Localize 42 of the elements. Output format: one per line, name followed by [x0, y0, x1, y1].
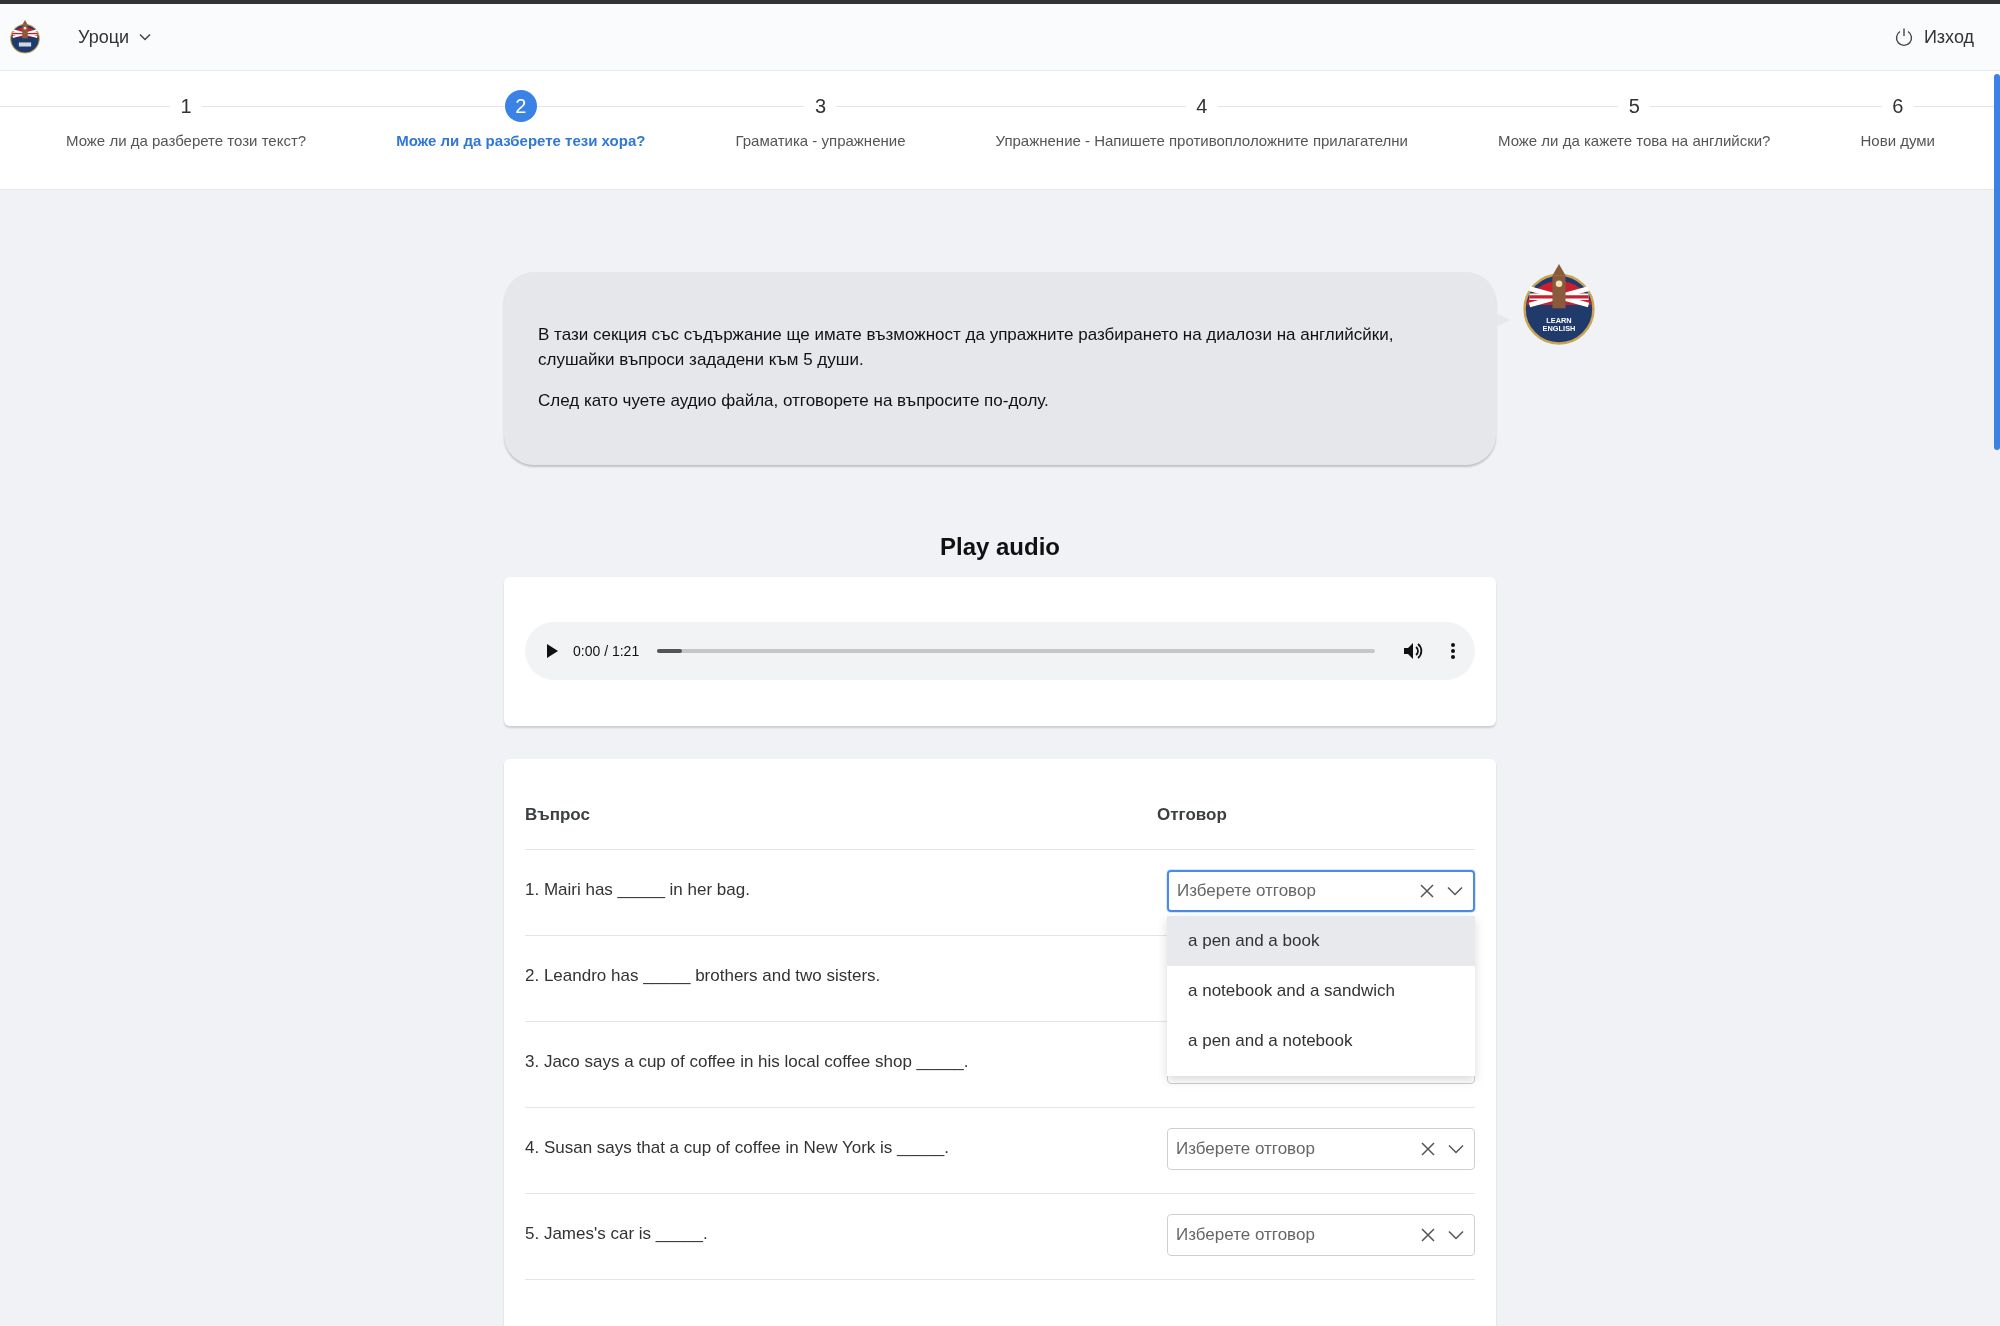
- clear-icon[interactable]: [1419, 883, 1435, 899]
- audio-time: 0:00 / 1:21: [573, 643, 640, 659]
- audio-title: Play audio: [938, 533, 1061, 561]
- intro-paragraph: След като чуете аудио файла, отговорете на въпросите по-долу.: [538, 390, 1050, 412]
- chevron-icon[interactable]: [1447, 886, 1463, 896]
- logo-icon: [8, 18, 42, 56]
- step-tab[interactable]: 2 Може ли да разберете тези хора?: [396, 71, 646, 189]
- step-tab[interactable]: 4 Упражнение - Напишете противоплоложните прилагателни: [995, 71, 1408, 189]
- answer-select[interactable]: Изберете отговор: [1167, 870, 1475, 912]
- dropdown-option[interactable]: a pen and a book: [1167, 916, 1475, 966]
- column-header: Отговор: [1157, 805, 1228, 825]
- column-header: Въпрос: [525, 805, 591, 825]
- volume-icon[interactable]: [1403, 642, 1423, 660]
- question-text: 4. Susan says that a cup of coffee in New York is _____.: [525, 1137, 950, 1158]
- intro-paragraph: В тази секция със съдържание ще имате възможност да упражните разбирането на диалози на английсйки, слушайки въпроси зададени към 5 души.: [538, 324, 1395, 371]
- lessons-menu[interactable]: Уроци: [72, 25, 157, 49]
- question-text: 1. Mairi has _____ in her bag.: [525, 879, 751, 900]
- step-tab[interactable]: 1 Може ли да разберете този текст?: [66, 71, 307, 189]
- dropdown-option[interactable]: a pen and a notebook: [1167, 1016, 1475, 1066]
- answer-select[interactable]: Изберете отговор: [1167, 1128, 1475, 1170]
- caret-icon: [139, 33, 151, 41]
- question-text: 3. Jaco says a cup of coffee in his local coffee shop _____.: [525, 1051, 970, 1072]
- select-placeholder: Изберете отговор: [1176, 1139, 1316, 1159]
- scrollbar[interactable]: [1994, 74, 2000, 450]
- clear-icon[interactable]: [1420, 1227, 1436, 1243]
- chevron-icon[interactable]: [1448, 1230, 1464, 1240]
- power-icon: [1893, 27, 1914, 47]
- dropdown-option[interactable]: a notebook and a sandwich: [1167, 966, 1475, 1016]
- question-text: 2. Leandro has _____ brothers and two sisters.: [525, 965, 882, 986]
- chevron-icon[interactable]: [1448, 1144, 1464, 1154]
- select-placeholder: Изберете отговор: [1177, 881, 1317, 901]
- step-tab[interactable]: 6 Нови думи: [1860, 71, 1935, 189]
- more-options-icon[interactable]: [1451, 643, 1455, 659]
- step-tab[interactable]: 5 Може ли да кажете това на английски?: [1497, 71, 1771, 189]
- step-tab[interactable]: 3 Граматика - упражнение: [735, 71, 906, 189]
- play-icon[interactable]: [545, 643, 559, 659]
- audio-progress-track[interactable]: [657, 649, 1375, 653]
- select-placeholder: Изберете отговор: [1176, 1225, 1316, 1245]
- answer-select[interactable]: Изберете отговор: [1167, 1214, 1475, 1256]
- clear-icon[interactable]: [1420, 1141, 1436, 1157]
- logout-button[interactable]: Изход: [1887, 25, 1980, 49]
- question-text: 5. James's car is _____.: [525, 1223, 709, 1244]
